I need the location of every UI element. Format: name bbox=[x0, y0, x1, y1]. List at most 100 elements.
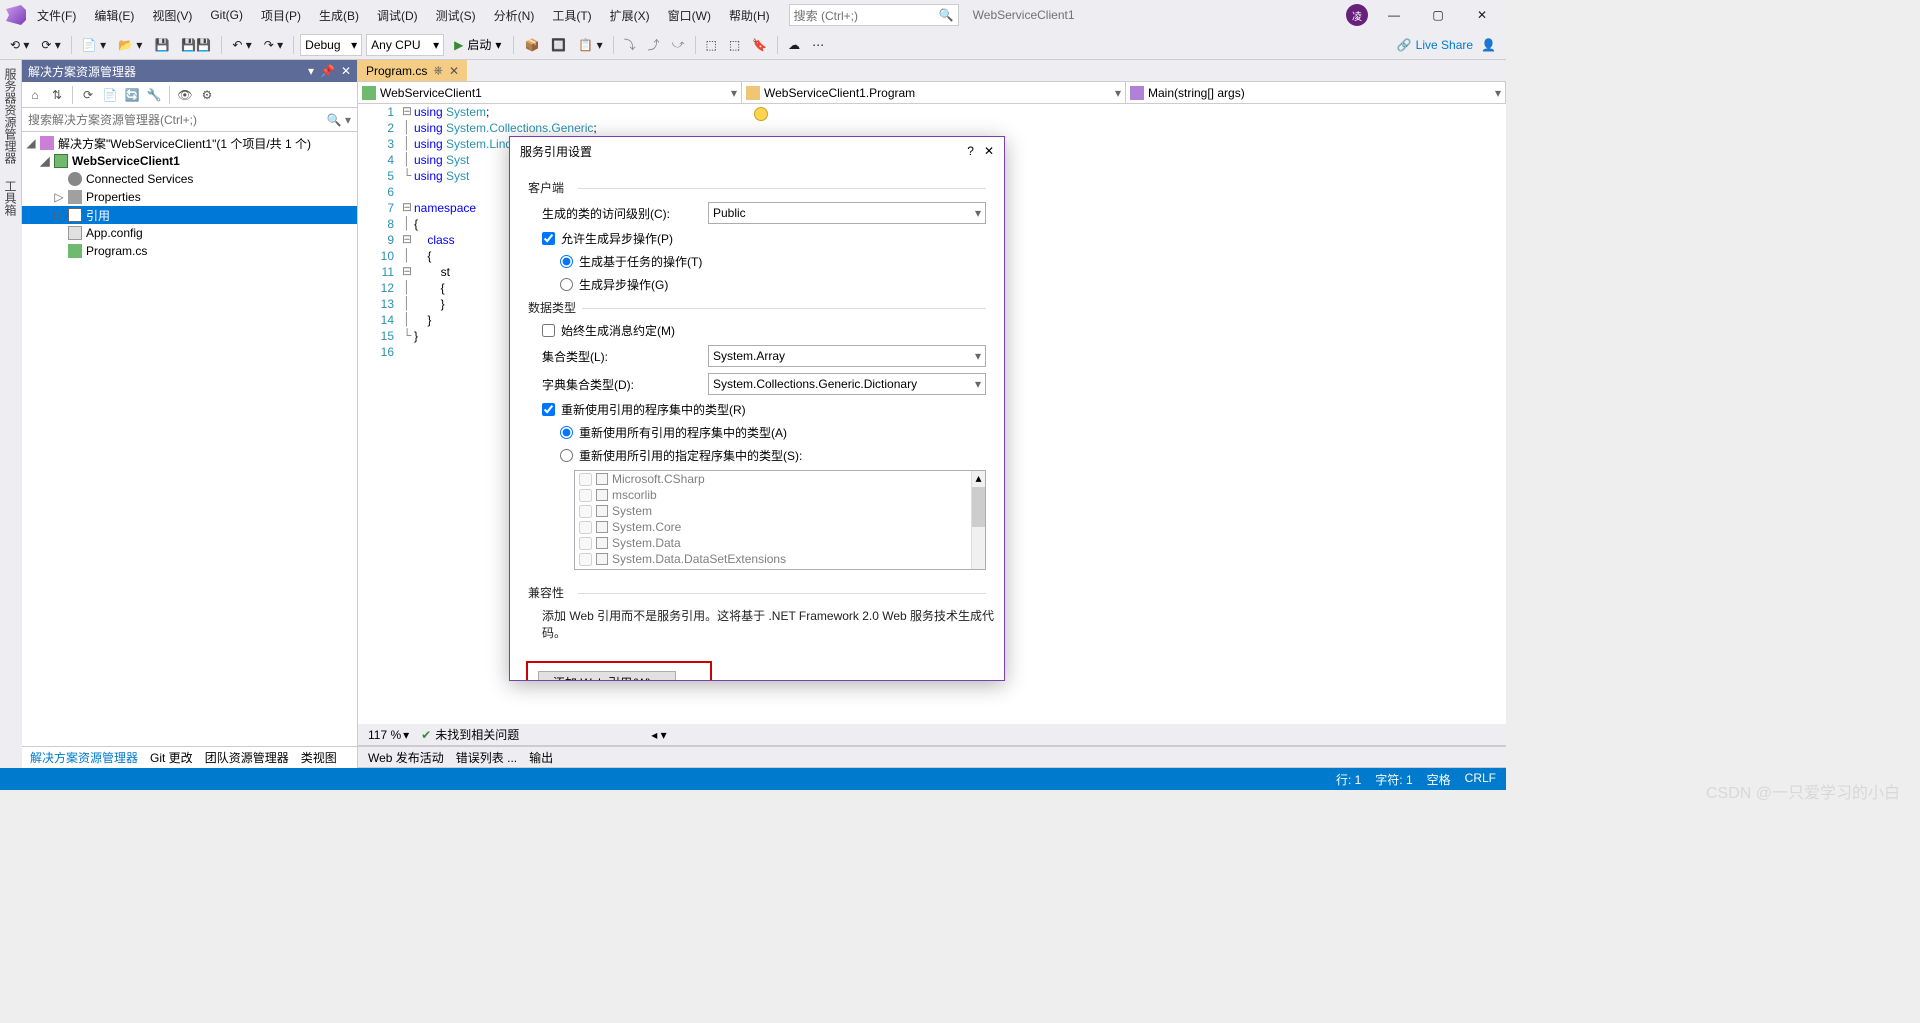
caret-selector[interactable]: ◂ ▾ bbox=[651, 728, 666, 742]
tool-button-1[interactable]: 📦 bbox=[520, 36, 543, 54]
nav-type-combo[interactable]: WebServiceClient1.Program▾ bbox=[742, 82, 1126, 103]
assembly-item[interactable]: Microsoft.CSharp bbox=[575, 471, 985, 487]
maximize-button[interactable]: ▢ bbox=[1420, 2, 1456, 28]
open-file-button[interactable]: 📂 ▾ bbox=[114, 36, 146, 54]
menu-build[interactable]: 生成(B) bbox=[312, 4, 366, 27]
menu-help[interactable]: 帮助(H) bbox=[722, 4, 777, 27]
new-file-button[interactable]: 📄 ▾ bbox=[78, 36, 110, 54]
reuse-all-radio[interactable] bbox=[560, 426, 573, 439]
step-into-button[interactable]: ⤴ bbox=[644, 34, 664, 55]
menu-window[interactable]: 窗口(W) bbox=[661, 4, 718, 27]
menu-test[interactable]: 测试(S) bbox=[429, 4, 483, 27]
refresh-icon[interactable]: 🔄 bbox=[123, 86, 141, 104]
reuse-referenced-checkbox[interactable] bbox=[542, 403, 555, 416]
always-message-contracts-checkbox[interactable] bbox=[542, 324, 555, 337]
tool-button-3[interactable]: 📋 ▾ bbox=[574, 36, 606, 54]
panel-close-icon[interactable]: ✕ bbox=[341, 64, 351, 78]
uncomment-button[interactable]: ⬚ bbox=[725, 36, 744, 54]
pin-icon[interactable]: ⎈ bbox=[433, 63, 443, 78]
collapse-icon[interactable]: ⇅ bbox=[48, 86, 66, 104]
tab-error-list[interactable]: 错误列表 ... bbox=[456, 749, 517, 766]
menu-tools[interactable]: 工具(T) bbox=[545, 4, 598, 27]
minimize-button[interactable]: — bbox=[1376, 2, 1412, 28]
dialog-help-button[interactable]: ? bbox=[967, 144, 974, 158]
menu-file[interactable]: 文件(F) bbox=[30, 4, 83, 27]
tab-program-cs[interactable]: Program.cs ⎈ ✕ bbox=[358, 60, 467, 81]
panel-pin-icon[interactable]: 📌 bbox=[320, 64, 335, 78]
node-connected-services[interactable]: Connected Services bbox=[22, 170, 357, 188]
allow-async-checkbox[interactable] bbox=[542, 232, 555, 245]
sync-icon[interactable]: ⟳ bbox=[79, 86, 97, 104]
tab-web-publish[interactable]: Web 发布活动 bbox=[368, 749, 444, 766]
solution-search-input[interactable]: 搜索解决方案资源管理器(Ctrl+;) 🔍 ▾ bbox=[22, 108, 357, 132]
menu-debug[interactable]: 调试(D) bbox=[370, 4, 425, 27]
tool-button-2[interactable]: 🔲 bbox=[547, 36, 570, 54]
menu-analyze[interactable]: 分析(N) bbox=[487, 4, 542, 27]
node-references[interactable]: ▷引用 bbox=[22, 206, 357, 224]
step-over-button[interactable]: ⤵ bbox=[620, 34, 640, 55]
show-all-icon[interactable]: 📄 bbox=[101, 86, 119, 104]
task-based-radio[interactable] bbox=[560, 255, 573, 268]
cloud-button[interactable]: ☁ bbox=[784, 36, 804, 54]
close-tab-icon[interactable]: ✕ bbox=[449, 64, 459, 78]
account-avatar[interactable]: 凌 bbox=[1346, 4, 1368, 26]
nav-back-button[interactable]: ⟲ ▾ bbox=[6, 36, 33, 54]
solution-root[interactable]: ◢解决方案"WebServiceClient1"(1 个项目/共 1 个) bbox=[22, 134, 357, 152]
tab-solution-explorer[interactable]: 解决方案资源管理器 bbox=[30, 749, 138, 766]
issues-indicator[interactable]: ✔未找到相关问题 bbox=[421, 726, 519, 743]
step-out-button[interactable]: ⤻ bbox=[668, 35, 689, 54]
panel-dropdown-icon[interactable]: ▾ bbox=[308, 64, 314, 78]
menu-edit[interactable]: 编辑(E) bbox=[87, 4, 141, 27]
tab-output[interactable]: 输出 bbox=[529, 749, 553, 766]
comment-button[interactable]: ⬚ bbox=[702, 36, 721, 54]
tab-class-view[interactable]: 类视图 bbox=[301, 749, 337, 766]
nav-member-combo[interactable]: Main(string[] args)▾ bbox=[1126, 82, 1506, 103]
menu-extensions[interactable]: 扩展(X) bbox=[603, 4, 657, 27]
assembly-item[interactable]: System bbox=[575, 503, 985, 519]
undo-button[interactable]: ↶ ▾ bbox=[228, 36, 255, 54]
async-ops-radio[interactable] bbox=[560, 278, 573, 291]
tab-team-explorer[interactable]: 团队资源管理器 bbox=[205, 749, 289, 766]
fold-gutter[interactable]: ⊟│││└⊟│⊟│⊟│││└ bbox=[400, 104, 414, 724]
assembly-scrollbar[interactable]: ▴ bbox=[971, 471, 985, 569]
toolbox-tab[interactable]: 工具箱 bbox=[0, 172, 22, 224]
account-settings-button[interactable]: 👤 bbox=[1477, 36, 1500, 54]
assembly-item[interactable]: System.Data.DataSetExtensions bbox=[575, 551, 985, 567]
add-web-reference-button[interactable]: 添加 Web 引用(W)... bbox=[538, 671, 676, 680]
status-spaces[interactable]: 空格 bbox=[1427, 771, 1451, 788]
tab-git-changes[interactable]: Git 更改 bbox=[150, 749, 193, 766]
nav-project-combo[interactable]: WebServiceClient1▾ bbox=[358, 82, 742, 103]
save-all-button[interactable]: 💾💾 bbox=[177, 36, 215, 54]
nav-forward-button[interactable]: ⟳ ▾ bbox=[37, 36, 64, 54]
extra-button[interactable]: ⋯ bbox=[808, 36, 828, 54]
close-button[interactable]: ✕ bbox=[1464, 2, 1500, 28]
assembly-item[interactable]: System.Core bbox=[575, 519, 985, 535]
dialog-close-button[interactable]: ✕ bbox=[984, 144, 994, 158]
solution-config-combo[interactable]: Debug▾ bbox=[300, 34, 362, 56]
global-search-input[interactable]: 搜索 (Ctrl+;) 🔍 bbox=[789, 4, 959, 26]
save-button[interactable]: 💾 bbox=[150, 36, 173, 54]
assembly-item[interactable]: mscorlib bbox=[575, 487, 985, 503]
status-crlf[interactable]: CRLF bbox=[1465, 771, 1496, 788]
start-debug-button[interactable]: ▶启动 ▾ bbox=[448, 34, 507, 55]
collection-type-combo[interactable]: System.Array▾ bbox=[708, 345, 986, 367]
zoom-combo[interactable]: 117 % ▾ bbox=[368, 728, 409, 742]
live-share-button[interactable]: 🔗Live Share bbox=[1397, 38, 1473, 52]
bookmark-button[interactable]: 🔖 bbox=[748, 36, 771, 54]
assembly-list[interactable]: Microsoft.CSharp mscorlib System System.… bbox=[574, 470, 986, 570]
redo-button[interactable]: ↷ ▾ bbox=[260, 36, 287, 54]
menu-git[interactable]: Git(G) bbox=[203, 5, 250, 25]
node-app-config[interactable]: App.config bbox=[22, 224, 357, 242]
node-properties[interactable]: ▷Properties bbox=[22, 188, 357, 206]
lightbulb-icon[interactable] bbox=[754, 107, 768, 121]
solution-platform-combo[interactable]: Any CPU▾ bbox=[366, 34, 444, 56]
server-explorer-tab[interactable]: 服务器资源管理器 bbox=[0, 60, 22, 172]
node-program-cs[interactable]: Program.cs bbox=[22, 242, 357, 260]
dictionary-type-combo[interactable]: System.Collections.Generic.Dictionary▾ bbox=[708, 373, 986, 395]
properties-icon[interactable]: 🔧 bbox=[145, 86, 163, 104]
access-level-combo[interactable]: Public▾ bbox=[708, 202, 986, 224]
home-icon[interactable]: ⌂ bbox=[26, 86, 44, 104]
menu-project[interactable]: 项目(P) bbox=[254, 4, 308, 27]
project-node[interactable]: ◢WebServiceClient1 bbox=[22, 152, 357, 170]
assembly-item[interactable]: System.Data bbox=[575, 535, 985, 551]
